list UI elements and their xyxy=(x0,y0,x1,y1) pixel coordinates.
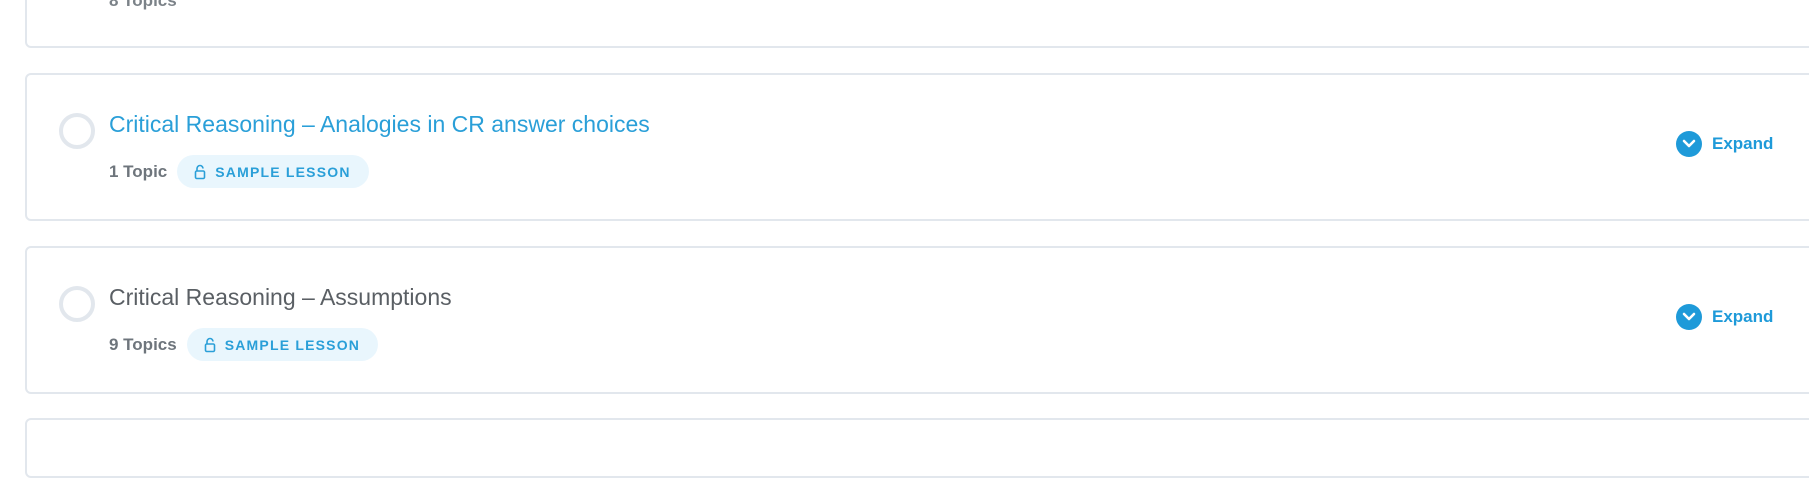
status-circle-icon xyxy=(59,113,95,149)
lesson-card: Critical Reasoning – Assumptions 9 Topic… xyxy=(25,246,1809,394)
expand-label: Expand xyxy=(1712,307,1774,326)
lesson-card: Critical Reasoning – Analogies in CR ans… xyxy=(25,73,1809,221)
lesson-title-link[interactable]: Critical Reasoning – Analogies in CR ans… xyxy=(109,111,650,139)
lesson-meta: 1 Topic SAMPLE LESSON xyxy=(109,155,369,188)
topic-count: 1 Topic xyxy=(109,161,168,181)
expand-button[interactable]: Expand xyxy=(1676,304,1773,330)
topic-count: 9 Topics xyxy=(109,334,177,354)
lesson-meta: 9 Topics SAMPLE LESSON xyxy=(109,328,379,361)
lesson-title-link[interactable]: Critical Reasoning – Assumptions xyxy=(109,284,452,312)
lesson-card-partial: 8 Topics xyxy=(25,0,1809,48)
chevron-down-icon xyxy=(1676,304,1702,330)
sample-lesson-label: SAMPLE LESSON xyxy=(224,336,361,353)
topic-count: 8 Topics xyxy=(109,0,177,10)
sample-lesson-badge: SAMPLE LESSON xyxy=(177,155,369,188)
chevron-down-icon xyxy=(1676,131,1702,157)
lock-icon xyxy=(194,164,206,179)
expand-label: Expand xyxy=(1712,134,1774,153)
sample-lesson-label: SAMPLE LESSON xyxy=(215,163,351,180)
sample-lesson-badge: SAMPLE LESSON xyxy=(186,328,379,361)
expand-button[interactable]: Expand xyxy=(1676,131,1773,157)
status-circle-icon xyxy=(59,286,95,322)
lesson-card-partial xyxy=(25,418,1809,478)
lock-icon xyxy=(204,337,216,352)
